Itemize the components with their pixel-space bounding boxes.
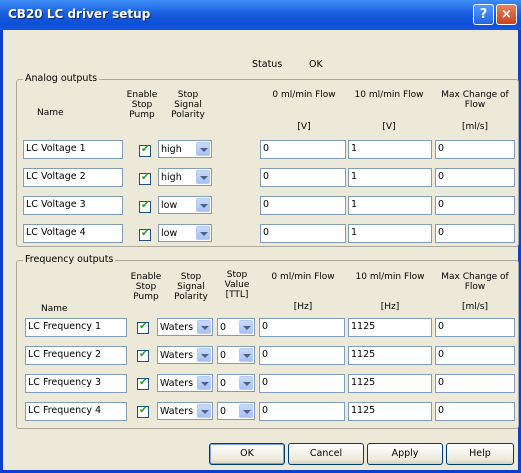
window-title: CB20 LC driver setup xyxy=(8,7,151,21)
analog-name-header: Name xyxy=(37,108,64,118)
stop-polarity-select[interactable]: Waters xyxy=(157,318,213,336)
status-label: Status xyxy=(252,59,283,70)
stop-polarity-select[interactable]: low xyxy=(158,224,212,242)
flow10-field[interactable]: 1 xyxy=(348,168,432,187)
freq-name-field[interactable]: LC Frequency 1 xyxy=(25,318,127,337)
flow10-field[interactable]: 1 xyxy=(348,140,432,159)
stop-polarity-select[interactable]: low xyxy=(158,196,212,214)
flow0-field[interactable]: 0 xyxy=(260,140,346,159)
flow0-field[interactable]: 0 xyxy=(259,346,345,365)
flow10-field[interactable]: 1 xyxy=(348,196,432,215)
analog-flow10-header: 10 ml/min Flow xyxy=(354,90,424,100)
enable-stop-pump-checkbox[interactable] xyxy=(139,228,151,241)
flow0-field[interactable]: 0 xyxy=(259,402,345,421)
maxchange-field[interactable]: 0 xyxy=(435,402,515,421)
status-value: OK xyxy=(309,59,323,70)
enable-stop-pump-checkbox[interactable] xyxy=(139,200,151,213)
freq-flow10-unit: [Hz] xyxy=(380,302,400,312)
stop-polarity-select[interactable]: Waters xyxy=(157,402,213,420)
chevron-down-icon xyxy=(197,348,211,362)
maxchange-field[interactable]: 0 xyxy=(435,196,515,215)
chevron-down-icon xyxy=(196,142,210,156)
flow0-field[interactable]: 0 xyxy=(259,374,345,393)
help-icon: ? xyxy=(479,7,488,22)
analog-name-field[interactable]: LC Voltage 1 xyxy=(23,140,123,159)
freq-maxchange-header: Max Change of Flow xyxy=(441,272,509,292)
stop-value-select[interactable]: 0 xyxy=(217,318,255,336)
analog-enable-header: Enable Stop Pump xyxy=(126,90,158,120)
chevron-down-icon xyxy=(239,404,253,418)
analog-maxchange-unit: [ml/s] xyxy=(461,122,488,132)
freq-name-field[interactable]: LC Frequency 3 xyxy=(25,374,127,393)
flow10-field[interactable]: 1 xyxy=(348,224,432,243)
maxchange-field[interactable]: 0 xyxy=(435,346,515,365)
freq-stopvalue-header: Stop Value [TTL] xyxy=(224,270,250,300)
chevron-down-icon xyxy=(196,226,210,240)
analog-outputs-title: Analog outputs xyxy=(23,73,100,84)
enable-stop-pump-checkbox[interactable] xyxy=(139,144,151,157)
stop-polarity-select[interactable]: high xyxy=(158,168,212,186)
flow0-field[interactable]: 0 xyxy=(260,224,346,243)
freq-enable-header: Enable Stop Pump xyxy=(130,272,162,302)
title-bar[interactable]: CB20 LC driver setup ? × xyxy=(0,0,521,30)
freq-name-field[interactable]: LC Frequency 4 xyxy=(25,402,127,421)
freq-flow0-unit: [Hz] xyxy=(293,302,313,312)
ok-button[interactable]: OK xyxy=(209,443,285,465)
flow10-field[interactable]: 1125 xyxy=(348,318,432,337)
flow0-field[interactable]: 0 xyxy=(260,168,346,187)
chevron-down-icon xyxy=(197,376,211,390)
chevron-down-icon xyxy=(197,320,211,334)
freq-name-field[interactable]: LC Frequency 2 xyxy=(25,346,127,365)
freq-polarity-header: Stop Signal Polarity xyxy=(174,272,208,302)
flow10-field[interactable]: 1125 xyxy=(348,374,432,393)
help-title-button[interactable]: ? xyxy=(473,4,494,25)
enable-stop-pump-checkbox[interactable] xyxy=(137,349,149,362)
freq-flow10-header: 10 ml/min Flow xyxy=(355,272,425,282)
frequency-outputs-title: Frequency outputs xyxy=(23,254,116,265)
chevron-down-icon xyxy=(239,376,253,390)
flow0-field[interactable]: 0 xyxy=(259,318,345,337)
enable-stop-pump-checkbox[interactable] xyxy=(139,172,151,185)
chevron-down-icon xyxy=(239,348,253,362)
maxchange-field[interactable]: 0 xyxy=(435,224,515,243)
analog-maxchange-header: Max Change of Flow xyxy=(441,90,509,110)
close-icon: × xyxy=(501,7,512,22)
freq-name-header: Name xyxy=(41,304,68,314)
help-button[interactable]: Help xyxy=(446,443,514,465)
flow10-field[interactable]: 1125 xyxy=(348,402,432,421)
analog-flow10-unit: [V] xyxy=(382,122,396,132)
stop-value-select[interactable]: 0 xyxy=(217,346,255,364)
chevron-down-icon xyxy=(196,170,210,184)
maxchange-field[interactable]: 0 xyxy=(435,318,515,337)
analog-name-field[interactable]: LC Voltage 3 xyxy=(23,196,123,215)
dialog-window: CB20 LC driver setup ? × Status OK Analo… xyxy=(0,0,521,473)
enable-stop-pump-checkbox[interactable] xyxy=(137,321,149,334)
flow10-field[interactable]: 1125 xyxy=(348,346,432,365)
cancel-button[interactable]: Cancel xyxy=(288,443,364,465)
maxchange-field[interactable]: 0 xyxy=(435,374,515,393)
analog-name-field[interactable]: LC Voltage 2 xyxy=(23,168,123,187)
close-button[interactable]: × xyxy=(496,4,517,25)
flow0-field[interactable]: 0 xyxy=(260,196,346,215)
analog-flow0-unit: [V] xyxy=(297,122,311,132)
maxchange-field[interactable]: 0 xyxy=(435,168,515,187)
chevron-down-icon xyxy=(239,320,253,334)
stop-polarity-select[interactable]: Waters xyxy=(157,346,213,364)
freq-flow0-header: 0 ml/min Flow xyxy=(271,272,335,282)
freq-maxchange-unit: [ml/s] xyxy=(461,302,488,312)
stop-value-select[interactable]: 0 xyxy=(217,374,255,392)
apply-button[interactable]: Apply xyxy=(367,443,443,465)
analog-flow0-header: 0 ml/min Flow xyxy=(272,90,336,100)
stop-value-select[interactable]: 0 xyxy=(217,402,255,420)
maxchange-field[interactable]: 0 xyxy=(435,140,515,159)
analog-name-field[interactable]: LC Voltage 4 xyxy=(23,224,123,243)
stop-polarity-select[interactable]: high xyxy=(158,140,212,158)
chevron-down-icon xyxy=(197,404,211,418)
analog-polarity-header: Stop Signal Polarity xyxy=(171,90,205,120)
enable-stop-pump-checkbox[interactable] xyxy=(137,377,149,390)
enable-stop-pump-checkbox[interactable] xyxy=(137,405,149,418)
stop-polarity-select[interactable]: Waters xyxy=(157,374,213,392)
chevron-down-icon xyxy=(196,198,210,212)
